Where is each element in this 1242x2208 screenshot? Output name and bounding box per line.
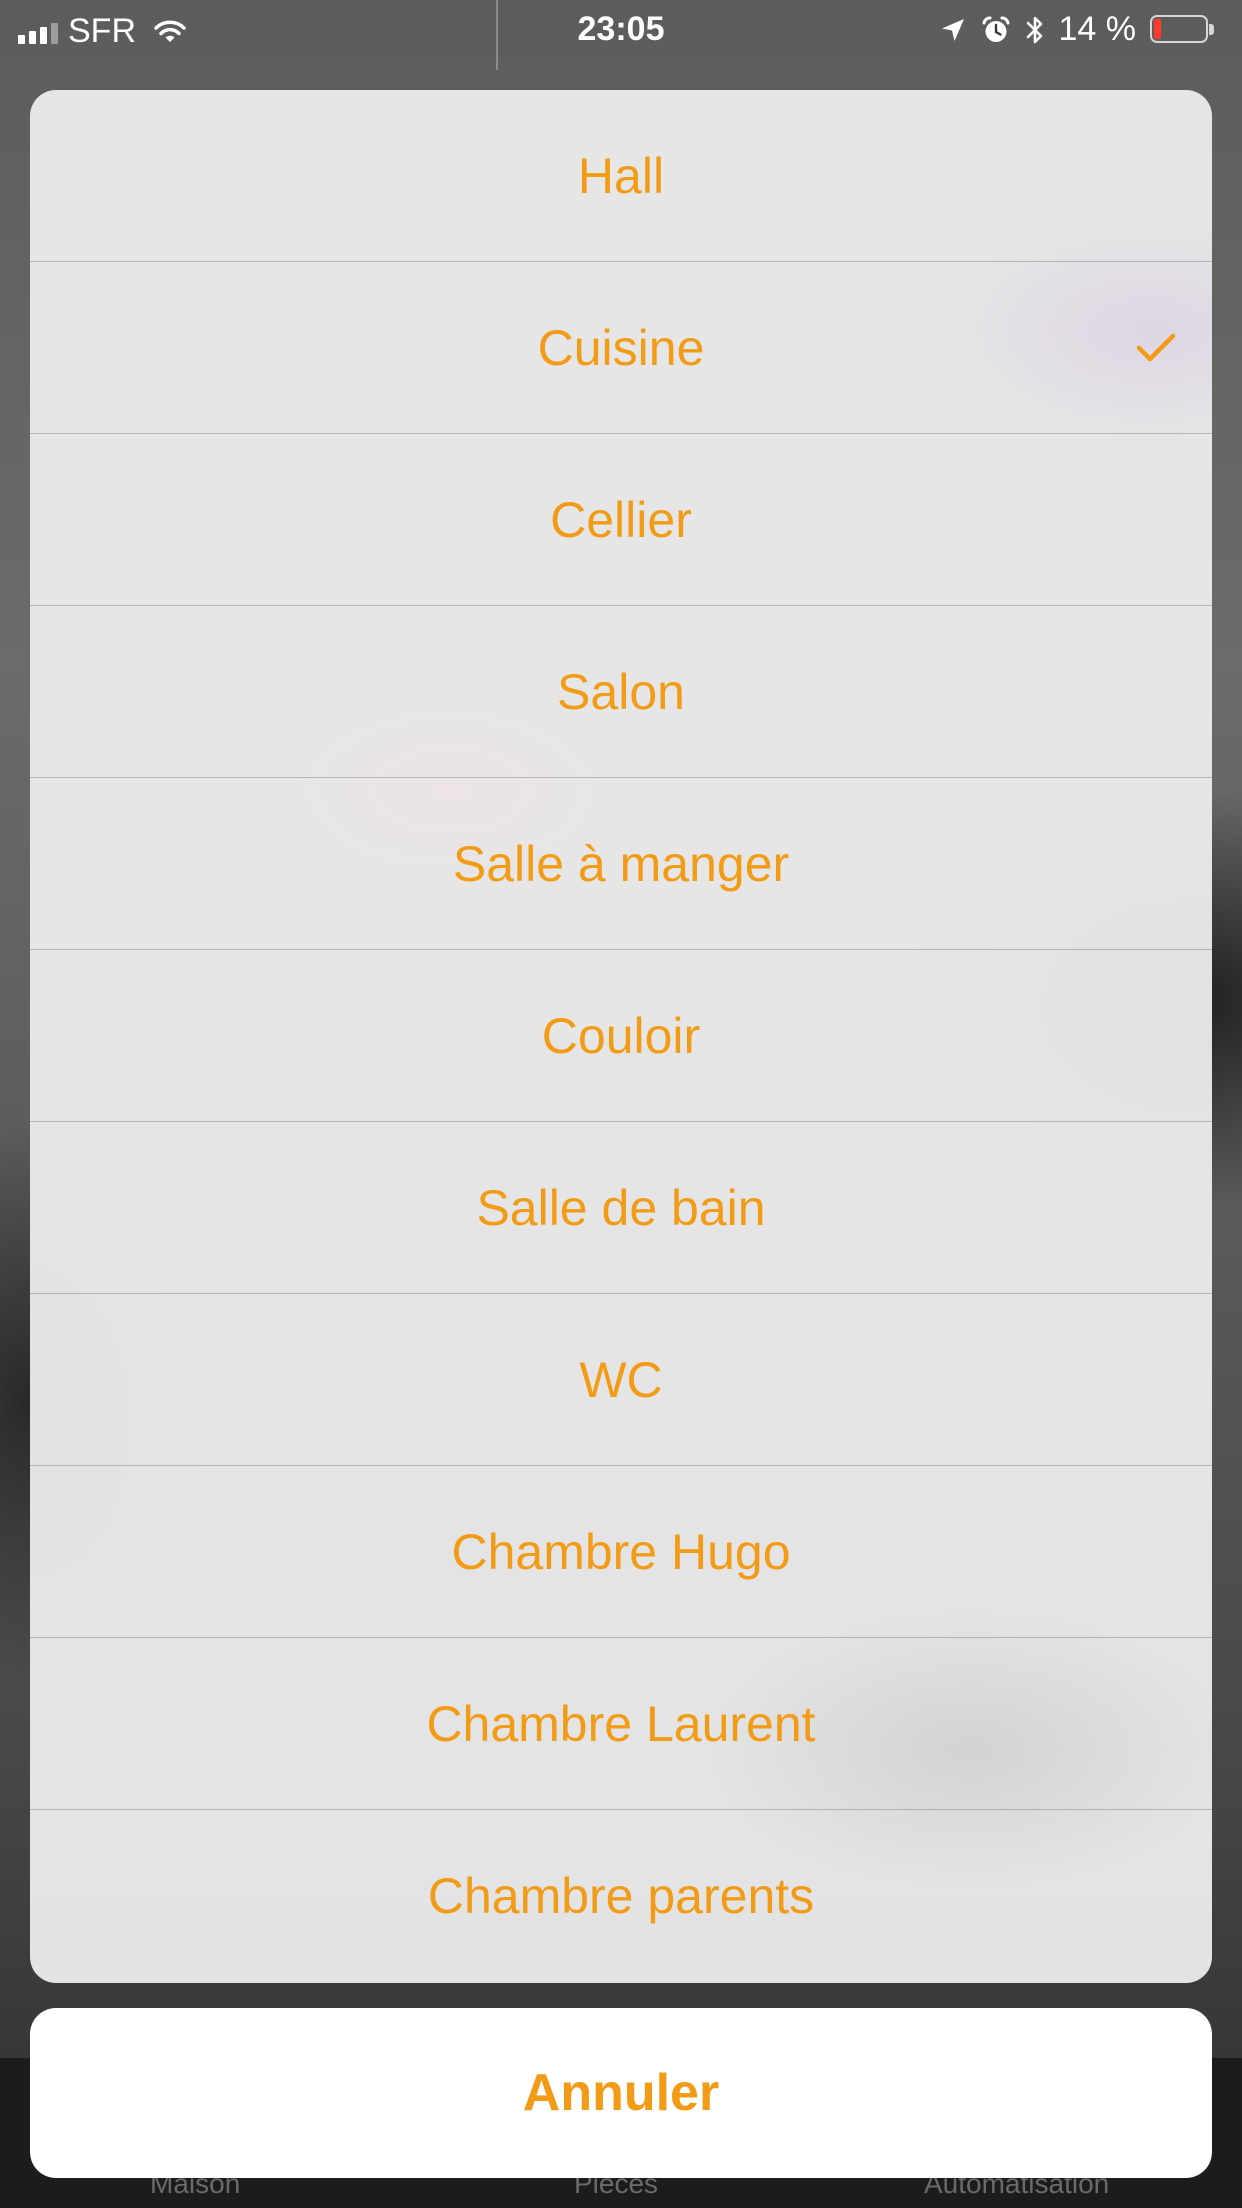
alarm-icon: [982, 16, 1009, 42]
cancel-button[interactable]: Annuler: [30, 2008, 1212, 2178]
room-option-label: Salle à manger: [452, 835, 790, 892]
battery-percentage: 14 %: [1058, 10, 1137, 48]
room-option-couloir[interactable]: Couloir: [30, 950, 1212, 1122]
room-option-label: Salle de bain: [476, 1179, 766, 1236]
room-option-label: Couloir: [541, 1007, 701, 1064]
battery-level-fill: [1154, 18, 1161, 39]
room-option-label: Cellier: [550, 491, 692, 548]
room-option-list: Hall Cuisine Cellier Salon Salle à mange…: [30, 90, 1212, 1982]
cancel-label: Annuler: [522, 2064, 720, 2122]
room-option-salle-de-bain[interactable]: Salle de bain: [30, 1122, 1212, 1294]
room-option-label: WC: [579, 1351, 663, 1408]
room-option-label: Chambre parents: [427, 1868, 815, 1924]
room-option-salle-a-manger[interactable]: Salle à manger: [30, 778, 1212, 950]
location-arrow-icon: [941, 18, 964, 41]
status-right: 14 %: [939, 10, 1217, 49]
status-bar: SFR 23:05 14 %: [0, 0, 1242, 60]
room-option-label: Chambre Hugo: [451, 1523, 791, 1580]
room-option-salon[interactable]: Salon: [30, 606, 1212, 778]
battery-icon: [1150, 14, 1216, 45]
room-option-label: Cuisine: [537, 319, 705, 376]
room-option-hall[interactable]: Hall: [30, 90, 1212, 262]
room-option-label: Salon: [557, 663, 685, 720]
room-option-cuisine[interactable]: Cuisine: [30, 262, 1212, 434]
checkmark-icon: [1136, 333, 1176, 361]
room-option-label: Hall: [577, 147, 665, 204]
room-option-chambre-laurent[interactable]: Chambre Laurent: [30, 1638, 1212, 1810]
room-action-sheet: Hall Cuisine Cellier Salon Salle à mange…: [30, 90, 1212, 1983]
room-option-chambre-parents[interactable]: Chambre parents: [30, 1810, 1212, 1982]
room-option-chambre-hugo[interactable]: Chambre Hugo: [30, 1466, 1212, 1638]
room-option-wc[interactable]: WC: [30, 1294, 1212, 1466]
bluetooth-icon: [1026, 16, 1042, 43]
room-option-cellier[interactable]: Cellier: [30, 434, 1212, 606]
room-option-label: Chambre Laurent: [426, 1695, 816, 1752]
